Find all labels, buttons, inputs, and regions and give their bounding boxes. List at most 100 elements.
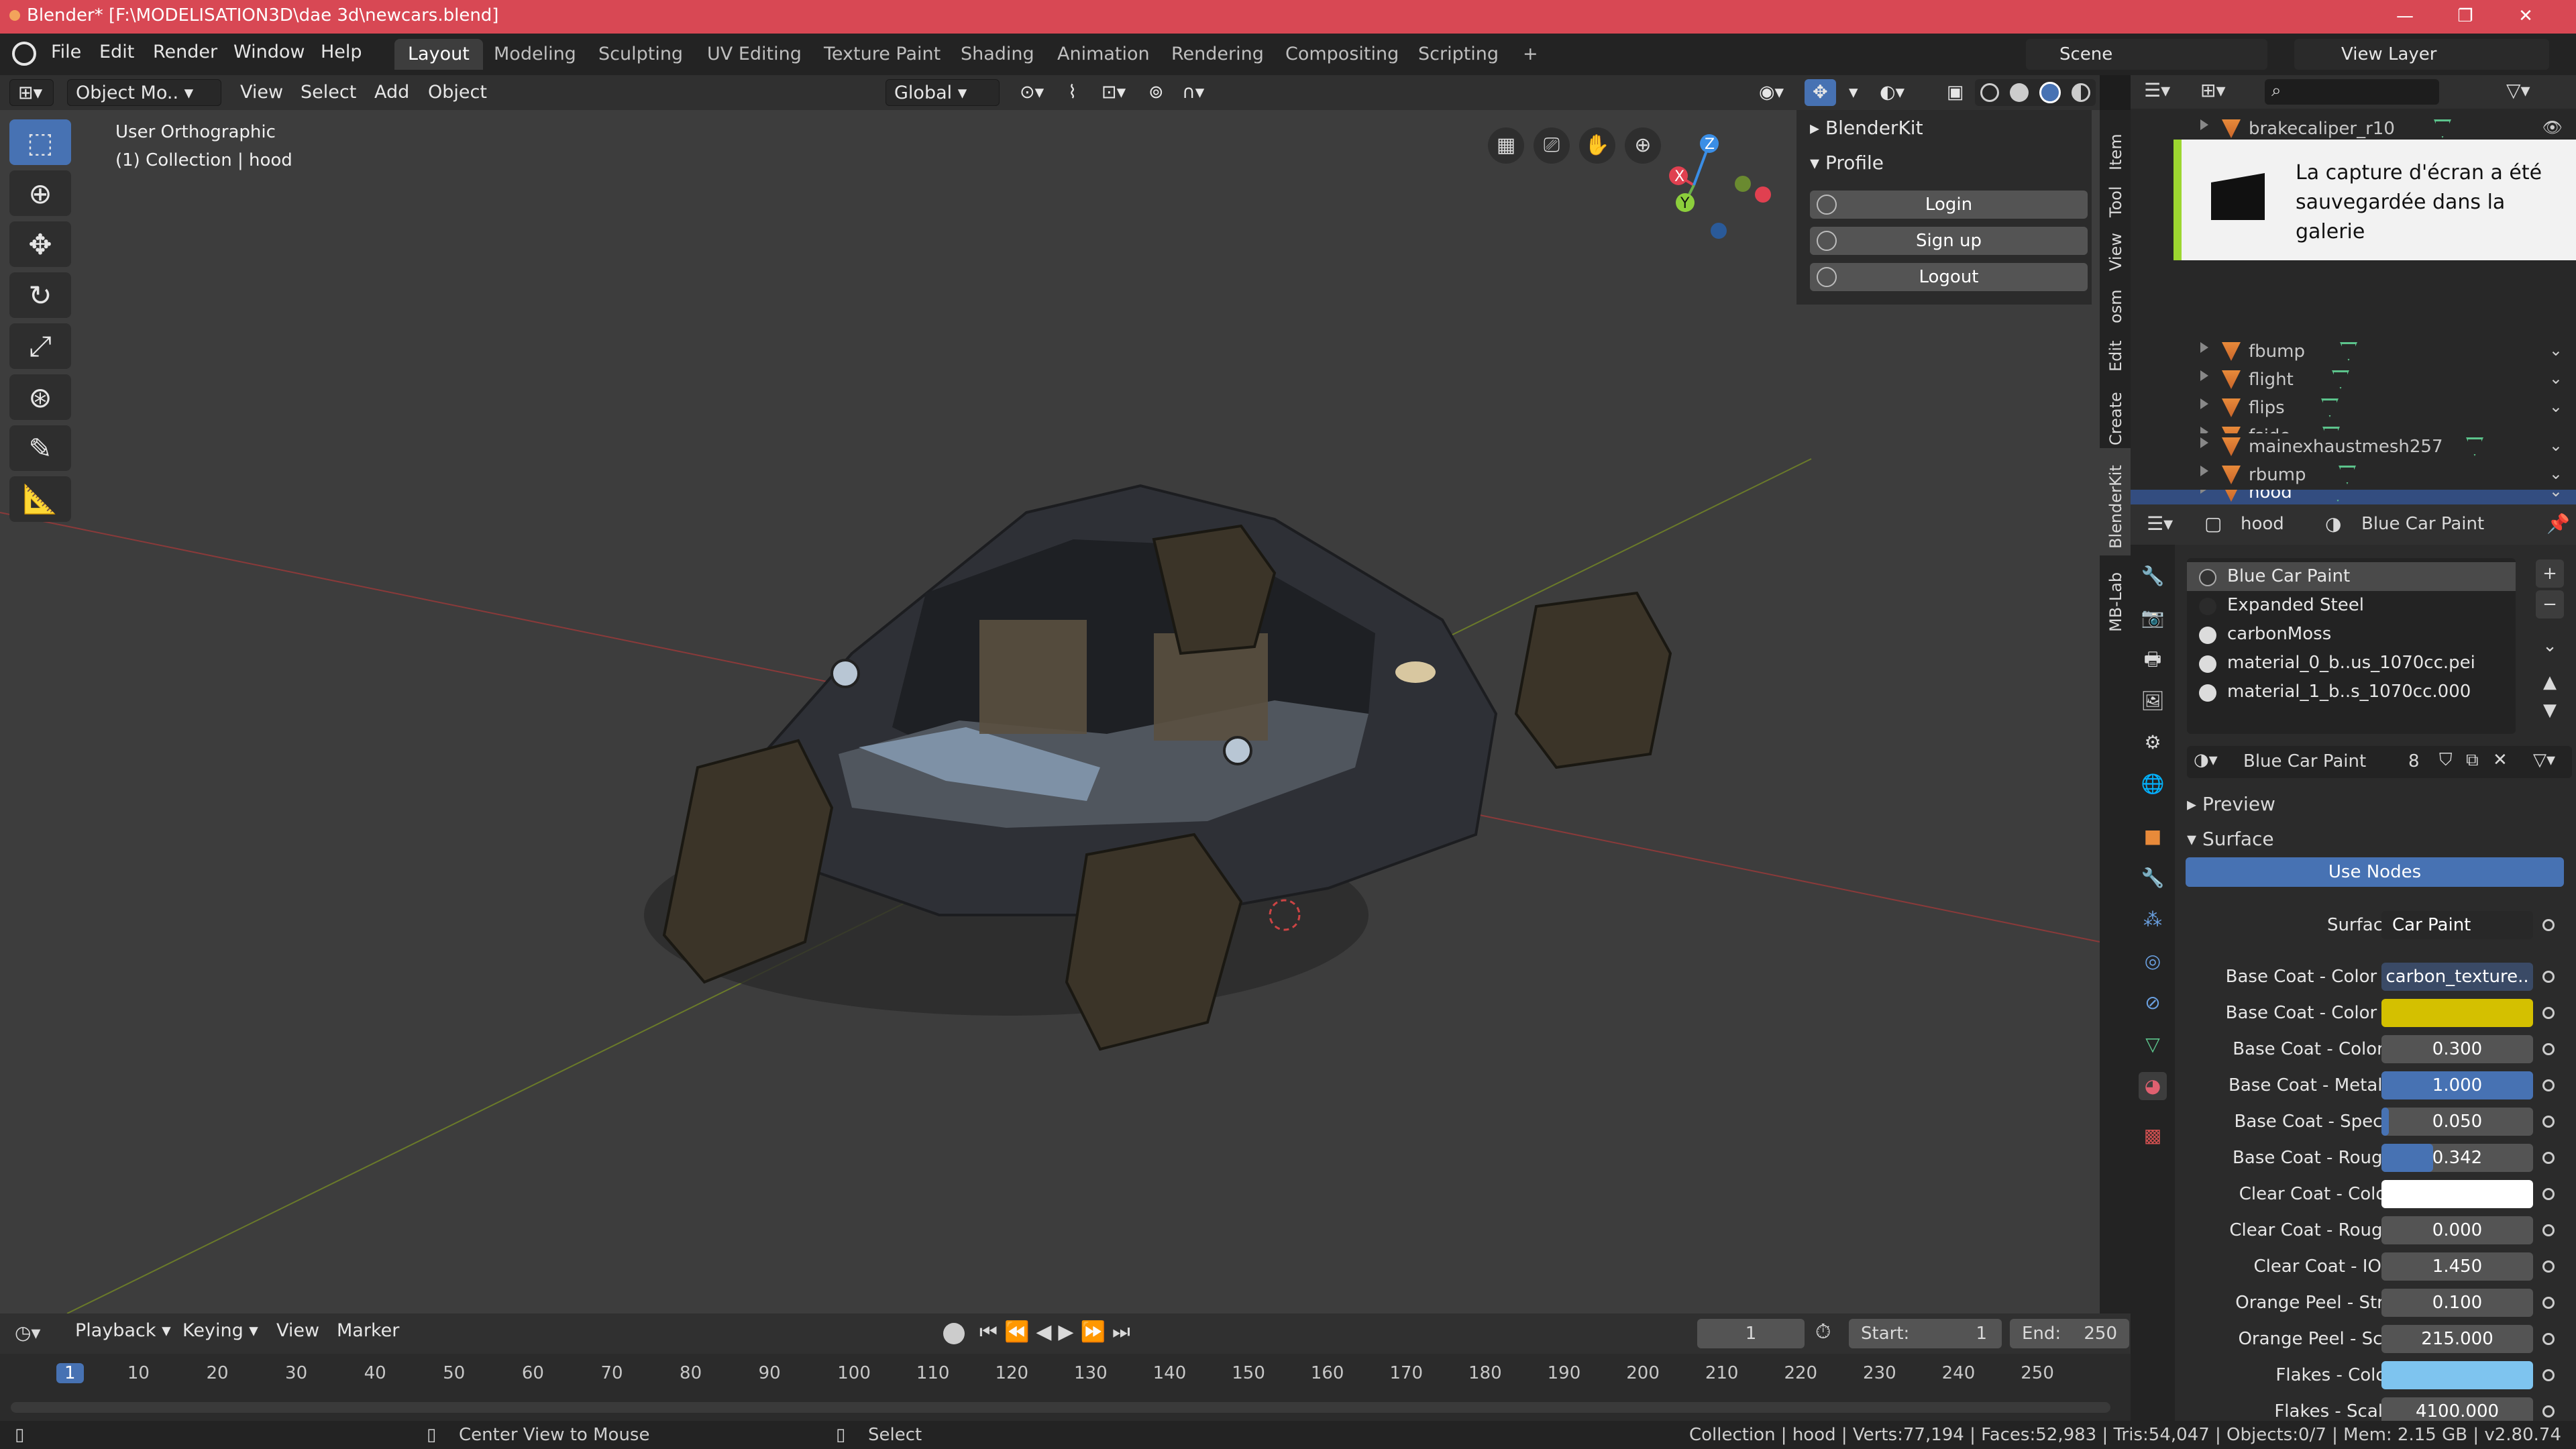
select-box-tool-icon[interactable]: ⬚	[9, 119, 71, 165]
tab-compositing[interactable]: Compositing	[1272, 39, 1412, 70]
xray-icon[interactable]: ▣	[1939, 79, 1972, 106]
display-mode-icon[interactable]: ⊞▾	[2200, 79, 2226, 101]
socket-icon[interactable]	[2542, 971, 2555, 983]
proportional-edit-icon[interactable]: ⊚	[1140, 79, 1172, 106]
tab-animation[interactable]: Animation	[1044, 39, 1163, 70]
constraints-tab-icon[interactable]: ⊘	[2139, 989, 2167, 1017]
navigation-gizmo[interactable]: X Z Y	[1657, 123, 1784, 251]
fake-user-icon[interactable]: ⛉	[2439, 750, 2453, 771]
user-count[interactable]: 8	[2408, 751, 2420, 771]
link-type-icon[interactable]: ▽▾	[2533, 750, 2555, 770]
number-slider[interactable]: 0.050	[2381, 1108, 2533, 1136]
minimize-button[interactable]: —	[2375, 0, 2435, 34]
material-browse-icon[interactable]: ◑▾	[2194, 750, 2218, 770]
snap-target-icon[interactable]: ⊡▾	[1093, 79, 1134, 106]
use-nodes-button[interactable]: Use Nodes	[2186, 857, 2564, 887]
material-slot[interactable]: carbonMoss	[2187, 620, 2516, 649]
playback-controls[interactable]: ⏮⏪◀▶⏩⏭	[979, 1320, 1137, 1344]
gizmo-dropdown-icon[interactable]: ▾	[1841, 79, 1866, 106]
output-tab-icon[interactable]: 🖶	[2139, 645, 2167, 674]
move-down-icon[interactable]: ▼	[2536, 696, 2564, 724]
tab-rendering[interactable]: Rendering	[1158, 39, 1277, 70]
login-button[interactable]: Login	[1810, 191, 2088, 219]
socket-icon[interactable]	[2542, 1333, 2555, 1345]
unlink-icon[interactable]: ✕	[2493, 750, 2508, 770]
annotate-tool-icon[interactable]: ✎	[9, 425, 71, 471]
menu-render[interactable]: Render	[153, 42, 217, 62]
material-datablock[interactable]: ◑▾ Blue Car Paint 8 ⛉ ⧉ ✕ ▽▾	[2187, 746, 2572, 778]
surface-panel-header[interactable]: ▾ Surface	[2187, 828, 2274, 850]
outliner-row[interactable]: mainexhaustmesh257 ⌄	[2131, 433, 2576, 462]
menu-object[interactable]: Object	[420, 79, 495, 106]
physics-tab-icon[interactable]: ◎	[2139, 947, 2167, 975]
socket-icon[interactable]	[2542, 1079, 2555, 1091]
socket-icon[interactable]	[2542, 1007, 2555, 1019]
menu-view[interactable]: View	[232, 79, 291, 106]
number-slider[interactable]: 1.450	[2381, 1252, 2533, 1281]
current-frame-field[interactable]: 1	[1697, 1319, 1805, 1348]
transform-orientation-dropdown[interactable]: Global ▾	[885, 79, 1000, 106]
menu-add[interactable]: Add	[366, 79, 417, 106]
slot-specials-icon[interactable]: ⌄	[2536, 632, 2564, 660]
cursor-tool-icon[interactable]: ⊕	[9, 170, 71, 216]
rotate-tool-icon[interactable]: ↻	[9, 272, 71, 318]
menu-marker[interactable]: Marker	[329, 1318, 407, 1344]
pivot-point-icon[interactable]: ⊙▾	[1012, 79, 1052, 106]
menu-help[interactable]: Help	[321, 42, 362, 62]
tab-layout[interactable]: Layout	[394, 39, 483, 70]
color-swatch[interactable]	[2381, 999, 2533, 1027]
view-layer-tab-icon[interactable]: 🖼	[2139, 687, 2167, 715]
close-button[interactable]: ✕	[2496, 0, 2556, 34]
number-slider[interactable]: 0.000	[2381, 1216, 2533, 1244]
menu-edit[interactable]: Edit	[99, 42, 134, 62]
linked-texture-field[interactable]: carbon_texture..	[2381, 963, 2533, 991]
material-slot[interactable]: material_1_b..s_1070cc.000	[2187, 678, 2516, 706]
add-workspace-button[interactable]: +	[1509, 39, 1552, 70]
tab-scripting[interactable]: Scripting	[1405, 39, 1512, 70]
outliner-row[interactable]: flight ⌄	[2131, 366, 2576, 394]
move-up-icon[interactable]: ▲	[2536, 668, 2564, 696]
outliner-row[interactable]: flips ⌄	[2131, 394, 2576, 423]
tab-uv-editing[interactable]: UV Editing	[694, 39, 815, 70]
visibility-icon[interactable]: ◉▾	[1751, 79, 1792, 106]
zoom-icon[interactable]: ⊕	[1625, 127, 1661, 164]
material-tab-icon[interactable]: ◕	[2139, 1072, 2167, 1100]
solid-shading-icon[interactable]	[2010, 83, 2029, 102]
menu-keying[interactable]: Keying ▾	[174, 1318, 266, 1344]
duplicate-icon[interactable]: ⧉	[2466, 750, 2479, 771]
restore-button[interactable]: ❐	[2435, 0, 2496, 34]
world-tab-icon[interactable]: 🌐	[2139, 770, 2167, 798]
signup-button[interactable]: Sign up	[1810, 227, 2088, 255]
clock-icon[interactable]: ⏱	[1815, 1320, 1831, 1344]
object-tab-icon[interactable]: ■	[2139, 822, 2167, 851]
filter-icon[interactable]: ▽▾	[2506, 79, 2530, 101]
socket-icon[interactable]	[2542, 1152, 2555, 1164]
modifier-tab-icon[interactable]: 🔧	[2139, 864, 2167, 892]
mode-dropdown[interactable]: Object Mo.. ▾	[67, 79, 221, 106]
preview-panel-header[interactable]: ▸ Preview	[2187, 793, 2275, 815]
surface-shader-dropdown[interactable]: Car Paint	[2381, 911, 2533, 939]
texture-tab-icon[interactable]: ▩	[2139, 1122, 2167, 1150]
mesh-data-tab-icon[interactable]: ▽	[2139, 1030, 2167, 1059]
grid-view-icon[interactable]: ▦	[1488, 127, 1524, 164]
material-slot-list[interactable]: Blue Car Paint Expanded Steel carbonMoss…	[2187, 558, 2516, 734]
screenshot-toast[interactable]: La capture d'écran a été sauvegardée dan…	[2174, 140, 2576, 260]
view-layer-selector[interactable]: View Layer	[2294, 39, 2549, 70]
tool-tab-icon[interactable]: 🔧	[2139, 562, 2167, 590]
pan-hand-icon[interactable]: ✋	[1579, 127, 1615, 164]
pin-icon[interactable]: 📌	[2546, 513, 2570, 535]
tab-sculpting[interactable]: Sculpting	[585, 39, 696, 70]
timeline-scrollbar[interactable]	[11, 1402, 2110, 1413]
transform-tool-icon[interactable]: ⊛	[9, 374, 71, 420]
3d-viewport[interactable]: User Orthographic (1) Collection | hood …	[0, 110, 2100, 1313]
timeline[interactable]: 1 10 20 30 40 50 60 70 80 90 100 110 120 130 140 150 160…	[0, 1354, 2131, 1421]
add-slot-button[interactable]: +	[2536, 559, 2564, 588]
socket-icon[interactable]	[2542, 1369, 2555, 1381]
wireframe-shading-icon[interactable]	[1980, 83, 1999, 102]
socket-icon[interactable]	[2542, 1116, 2555, 1128]
camera-view-icon[interactable]: ⎚	[1534, 127, 1570, 164]
color-swatch[interactable]	[2381, 1361, 2533, 1389]
remove-slot-button[interactable]: −	[2536, 590, 2564, 619]
scale-tool-icon[interactable]: ⤢	[9, 323, 71, 369]
blender-menu-icon[interactable]	[12, 42, 36, 66]
